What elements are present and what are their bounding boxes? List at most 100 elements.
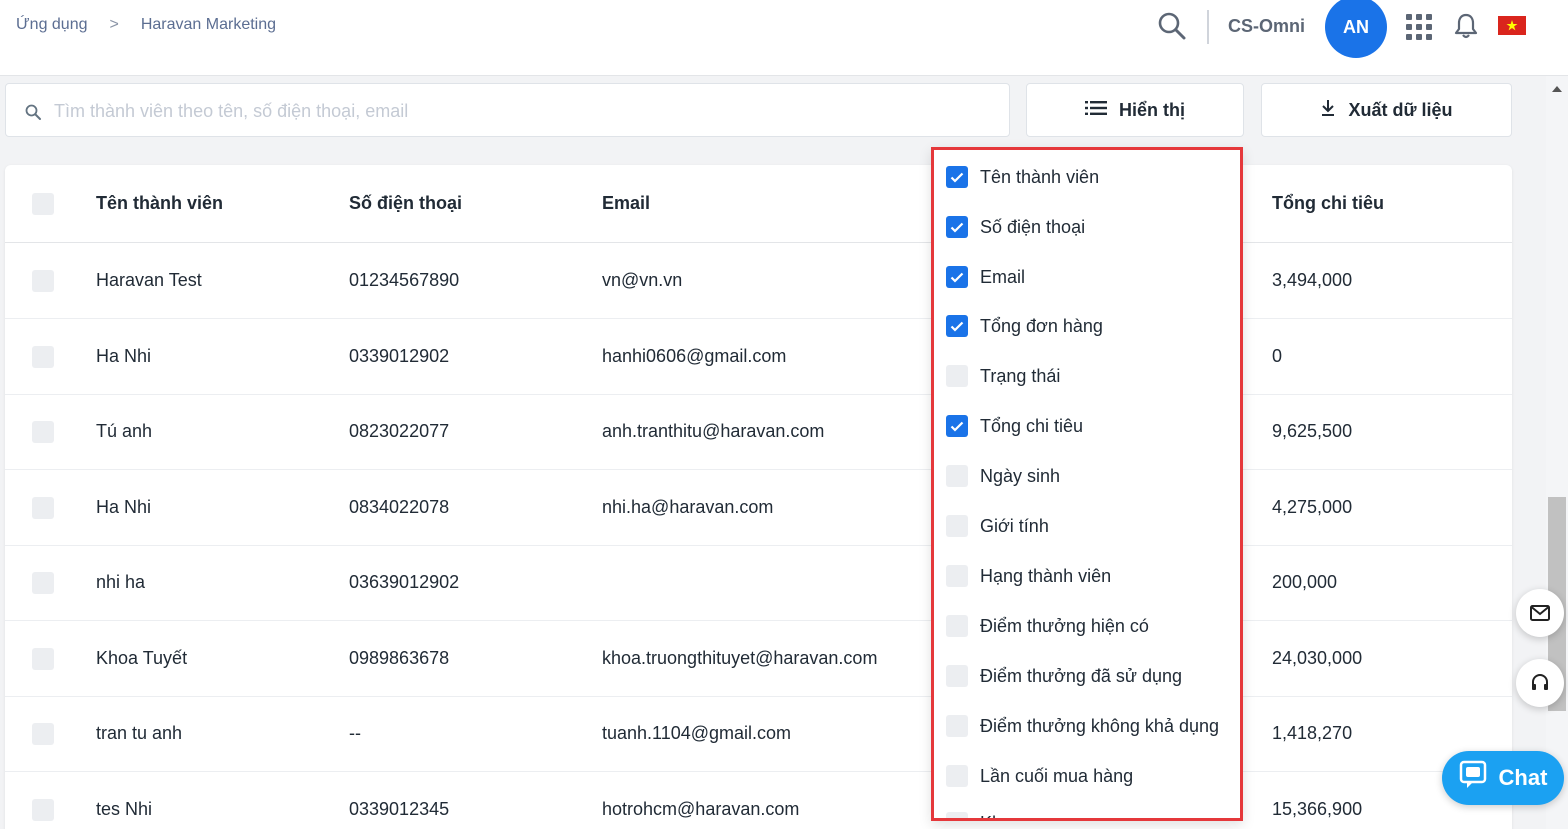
row-checkbox[interactable] [32,269,54,292]
column-option-total-orders[interactable]: Tổng đơn hàng [946,311,1103,341]
column-option-points-unavailable[interactable]: Điểm thưởng không khả dụng [946,711,1219,741]
page-scrollbar[interactable] [1546,76,1568,829]
column-option-email[interactable]: Email [946,262,1025,292]
member-name[interactable]: Haravan Test [96,243,202,318]
mail-icon[interactable] [1516,589,1564,637]
header-email[interactable]: Email [602,165,650,242]
member-name[interactable]: Ha Nhi [96,319,151,394]
chat-icon [1459,760,1489,796]
row-checkbox[interactable] [32,647,54,670]
option-checkbox[interactable] [946,812,968,818]
column-option-name[interactable]: Tên thành viên [946,162,1099,192]
member-name[interactable]: Tú anh [96,394,152,469]
column-option-status[interactable]: Trạng thái [946,361,1060,391]
apps-grid-icon[interactable] [1406,14,1432,40]
display-columns-button[interactable]: Hiển thị [1026,83,1244,137]
check-icon[interactable] [946,266,968,288]
column-option-phone[interactable]: Số điện thoại [946,212,1085,242]
scroll-up-arrow-icon[interactable] [1552,86,1562,92]
option-checkbox[interactable] [946,765,968,787]
member-total-spent: 24,030,000 [1272,648,1363,668]
breadcrumb-separator: > [109,16,119,33]
header-phone[interactable]: Số điện thoại [349,165,462,242]
bell-icon[interactable] [1453,12,1479,40]
row-checkbox[interactable] [32,722,54,745]
member-phone: -- [349,723,361,743]
column-option-total-spent[interactable]: Tổng chi tiêu [946,411,1083,441]
search-input[interactable] [54,96,994,126]
avatar[interactable]: AN [1325,0,1387,58]
row-checkbox[interactable] [32,798,54,821]
select-all-checkbox[interactable] [32,192,54,215]
column-option-label: Số điện thoại [980,216,1086,237]
row-checkbox[interactable] [32,345,54,368]
vietnam-flag-icon[interactable] [1498,16,1526,35]
export-button-label: Xuất dữ liệu [1348,99,1453,120]
column-option-gender[interactable]: Giới tính [946,511,1049,541]
member-total-spent: 9,625,500 [1272,421,1353,441]
column-option-label: Tổng đơn hàng [980,315,1103,336]
download-icon [1320,99,1336,122]
member-email: tuanh.1104@gmail.com [602,723,792,743]
table-row[interactable]: tes Nhi 0339012345 hotrohcm@haravan.com … [5,772,1512,829]
column-option-label: Ngày sinh [980,465,1061,486]
row-checkbox[interactable] [32,571,54,594]
member-name[interactable]: Khoa Tuyết [96,621,187,696]
column-option-points-used[interactable]: Điểm thưởng đã sử dụng [946,661,1182,691]
column-option-member-tier[interactable]: Hạng thành viên [946,561,1111,591]
breadcrumb-haravan-marketing[interactable]: Haravan Marketing [141,16,276,34]
column-option-birthday[interactable]: Ngày sinh [946,461,1060,491]
members-table: Tên thành viên Số điện thoại Email Tổng … [5,165,1512,829]
option-checkbox[interactable] [946,665,968,687]
option-checkbox[interactable] [946,365,968,387]
headset-icon[interactable] [1516,659,1564,707]
option-checkbox[interactable] [946,515,968,537]
member-total-spent: 0 [1272,346,1283,366]
header-total-spent[interactable]: Tổng chi tiêu [1272,165,1384,242]
table-row[interactable]: Tú anh 0823022077 anh.tranthitu@haravan.… [5,394,1512,470]
check-icon[interactable] [946,166,968,188]
column-option-label: Điểm thưởng hiện có [980,615,1149,636]
table-row[interactable]: Ha Nhi 0834022078 nhi.ha@haravan.com 4,2… [5,470,1512,546]
column-option-region[interactable]: Khu vực [946,808,1047,818]
check-icon[interactable] [946,216,968,238]
member-email: vn@vn.vn [602,270,683,290]
member-total-spent: 1,418,270 [1272,723,1353,743]
breadcrumb: Ứng dụng > Haravan Marketing [16,16,276,34]
member-name[interactable]: tes Nhi [96,772,152,829]
store-name[interactable]: CS-Omni [1228,16,1305,37]
member-name[interactable]: tran tu anh [96,696,182,771]
option-checkbox[interactable] [946,615,968,637]
table-row[interactable]: Ha Nhi 0339012902 hanhi0606@gmail.com 0 [5,319,1512,395]
breadcrumb-apps[interactable]: Ứng dụng [16,16,88,34]
header-name[interactable]: Tên thành viên [96,165,223,242]
header-divider [1207,10,1209,44]
export-data-button[interactable]: Xuất dữ liệu [1261,83,1512,137]
row-checkbox[interactable] [32,496,54,519]
search-icon[interactable] [1156,10,1188,42]
column-option-label: Tên thành viên [980,166,1100,187]
member-name[interactable]: nhi ha [96,545,145,620]
table-row[interactable]: tran tu anh -- tuanh.1104@gmail.com 1,41… [5,696,1512,772]
option-checkbox[interactable] [946,465,968,487]
column-option-points-available[interactable]: Điểm thưởng hiện có [946,611,1149,641]
chat-label: Chat [1498,765,1548,790]
check-icon[interactable] [946,315,968,337]
search-icon [24,103,42,121]
chat-button[interactable]: Chat [1442,751,1564,805]
table-row[interactable]: Khoa Tuyết 0989863678 khoa.truongthituye… [5,621,1512,697]
member-phone: 0823022077 [349,421,450,441]
table-header: Tên thành viên Số điện thoại Email Tổng … [5,165,1512,243]
top-bar: Ứng dụng > Haravan Marketing CS-Omni AN [0,0,1568,76]
member-phone: 0834022078 [349,497,450,517]
column-option-last-purchase[interactable]: Lần cuối mua hàng [946,761,1133,791]
table-row[interactable]: nhi ha 03639012902 200,000 [5,545,1512,621]
column-option-label: Điểm thưởng không khả dụng [980,715,1220,736]
option-checkbox[interactable] [946,565,968,587]
row-checkbox[interactable] [32,420,54,443]
option-checkbox[interactable] [946,715,968,737]
member-phone: 01234567890 [349,270,460,290]
check-icon[interactable] [946,415,968,437]
member-name[interactable]: Ha Nhi [96,470,151,545]
table-row[interactable]: Haravan Test 01234567890 vn@vn.vn 3,494,… [5,243,1512,319]
